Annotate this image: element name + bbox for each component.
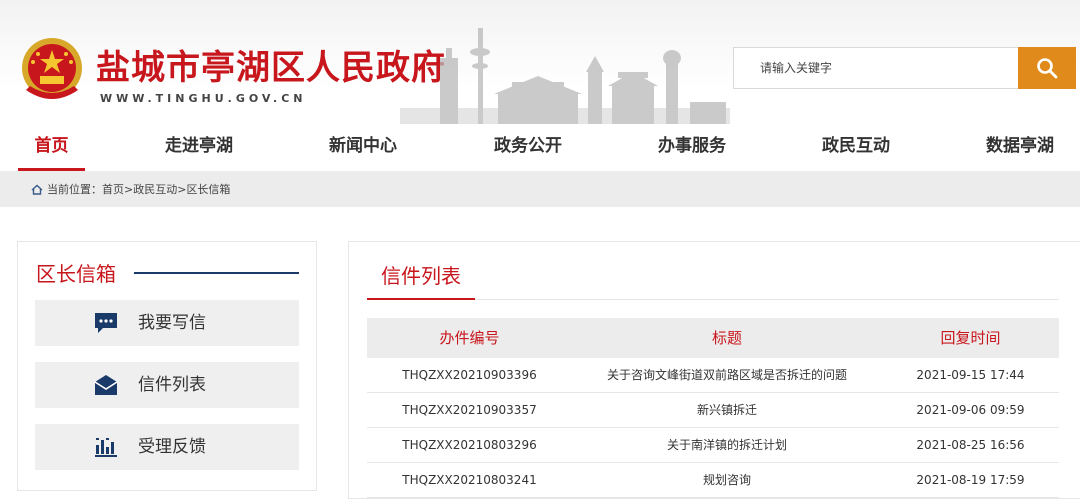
cell-id: THQZXX20210803296	[402, 438, 537, 452]
breadcrumb-mailbox[interactable]: 区长信箱	[186, 181, 230, 197]
bar-chart-icon	[95, 438, 117, 457]
cell-time: 2021-08-19 17:59	[916, 473, 1025, 487]
sidebar-item-write-letter[interactable]: 我要写信	[35, 300, 299, 346]
sidebar-item-label: 信件列表	[138, 375, 206, 395]
breadcrumb-home[interactable]: 首页	[102, 181, 124, 197]
nav-item-data[interactable]: 数据亭湖	[975, 124, 1065, 171]
nav-item-interaction[interactable]: 政民互动	[811, 124, 901, 171]
panel-title: 信件列表	[381, 264, 461, 288]
table-row[interactable]: THQZXX20210803241 规划咨询 2021-08-19 17:59	[367, 463, 1059, 498]
nav-item-services[interactable]: 办事服务	[647, 124, 737, 171]
cell-title[interactable]: 规划咨询	[572, 463, 882, 497]
breadcrumb-prefix: 当前位置：	[47, 183, 102, 196]
breadcrumb: 当前位置： 首页 > 政民互动 > 区长信箱	[31, 171, 230, 207]
table-row[interactable]: THQZXX20210803296 关于南洋镇的拆迁计划 2021-08-25 …	[367, 428, 1059, 463]
column-header-time: 回复时间	[940, 329, 1001, 347]
home-icon	[31, 184, 43, 195]
cell-title[interactable]: 新兴镇拆迁	[572, 393, 882, 427]
site-header: 盐城市亭湖区人民政府 WWW.TINGHU.GOV.CN	[0, 0, 1080, 124]
panel-title-underline	[367, 298, 475, 300]
search-icon	[1037, 58, 1058, 79]
search-box	[733, 47, 1020, 89]
letter-list-panel: 信件列表 办件编号 标题 回复时间 THQZXX20210903396 关于咨询…	[348, 241, 1080, 499]
nav-item-about[interactable]: 走进亭湖	[154, 124, 244, 171]
cell-id: THQZXX20210803241	[402, 473, 537, 487]
letter-table: 办件编号 标题 回复时间 THQZXX20210903396 关于咨询文峰街道双…	[367, 318, 1059, 498]
cell-time: 2021-09-15 17:44	[916, 368, 1025, 382]
sidebar-item-letter-list[interactable]: 信件列表	[35, 362, 299, 408]
sidebar-title-rule	[134, 272, 299, 274]
sidebar-item-label: 受理反馈	[138, 437, 206, 457]
search-input[interactable]	[734, 48, 1019, 88]
sidebar-item-label: 我要写信	[138, 313, 206, 333]
table-row[interactable]: THQZXX20210903396 关于咨询文峰街道双前路区域是否拆迁的问题 2…	[367, 358, 1059, 393]
site-title[interactable]: 盐城市亭湖区人民政府	[96, 40, 446, 89]
envelope-icon	[94, 375, 118, 395]
breadcrumb-separator: >	[177, 182, 187, 196]
breadcrumb-bar: 当前位置： 首页 > 政民互动 > 区长信箱	[0, 171, 1080, 207]
chat-bubble-icon	[95, 313, 117, 333]
nav-item-gov-info[interactable]: 政务公开	[483, 124, 573, 171]
breadcrumb-separator: >	[124, 182, 134, 196]
search-button[interactable]	[1018, 47, 1076, 89]
table-row[interactable]: THQZXX20210903357 新兴镇拆迁 2021-09-06 09:59	[367, 393, 1059, 428]
nav-item-home[interactable]: 首页	[18, 124, 85, 171]
cell-title[interactable]: 关于咨询文峰街道双前路区域是否拆迁的问题	[572, 358, 882, 392]
nav-item-news[interactable]: 新闻中心	[318, 124, 408, 171]
column-header-title: 标题	[711, 329, 742, 347]
column-header-id: 办件编号	[439, 329, 500, 347]
national-emblem-icon	[22, 38, 82, 99]
table-header: 办件编号 标题 回复时间	[367, 318, 1059, 358]
sidebar-item-feedback[interactable]: 受理反馈	[35, 424, 299, 470]
breadcrumb-interaction[interactable]: 政民互动	[133, 181, 177, 197]
sidebar-title: 区长信箱	[36, 262, 116, 286]
cell-id: THQZXX20210903396	[402, 368, 537, 382]
cell-title[interactable]: 关于南洋镇的拆迁计划	[572, 428, 882, 462]
cell-time: 2021-09-06 09:59	[916, 403, 1025, 417]
sidebar: 区长信箱 我要写信 信件列表 受理反馈	[17, 241, 317, 491]
cell-id: THQZXX20210903357	[402, 403, 537, 417]
main-nav: 首页 走进亭湖 新闻中心 政务公开 办事服务 政民互动 数据亭湖	[0, 124, 1080, 171]
city-skyline-illustration	[400, 28, 730, 124]
cell-time: 2021-08-25 16:56	[916, 438, 1025, 452]
site-url: WWW.TINGHU.GOV.CN	[100, 92, 307, 105]
